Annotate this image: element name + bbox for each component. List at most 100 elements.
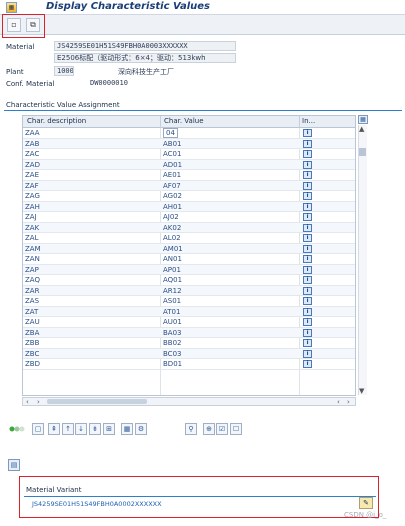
scroll-right-icon[interactable]: ›	[37, 398, 40, 406]
deselect-all-icon[interactable]: ☐	[230, 423, 242, 435]
row-value[interactable]: AQ01	[163, 276, 182, 284]
table-row[interactable]: ZAP AP01 i	[23, 264, 355, 275]
previous-page-icon[interactable]: ↑	[62, 423, 74, 435]
table-row[interactable]: ZAS AS01 i	[23, 296, 355, 307]
info-icon[interactable]: i	[303, 213, 312, 221]
table-row[interactable]: ZBB BB02 i	[23, 338, 355, 349]
row-value[interactable]: AG02	[163, 192, 182, 200]
info-icon[interactable]: i	[303, 202, 312, 211]
lock-icon[interactable]: ▢	[32, 423, 44, 435]
sap-app-icon[interactable]: ▦	[6, 2, 17, 13]
table-row[interactable]: ZAJ AJ02 i	[23, 212, 355, 223]
row-value[interactable]: AB01	[163, 140, 182, 148]
scroll-left-icon[interactable]: ‹	[26, 398, 29, 406]
info-icon[interactable]: i	[303, 171, 312, 179]
info-icon[interactable]: i	[303, 192, 312, 200]
table-row[interactable]: ZAB AB01 i	[23, 138, 355, 149]
info-icon[interactable]: i	[303, 286, 312, 295]
table-row[interactable]: ZAE AE01 i	[23, 170, 355, 181]
row-value[interactable]: BC03	[163, 350, 181, 358]
material-variant-open-icon[interactable]: ✎	[359, 497, 373, 509]
row-value[interactable]: 04	[163, 128, 178, 138]
row-value[interactable]: AU01	[163, 318, 182, 326]
info-icon[interactable]: i	[303, 223, 312, 232]
table-row[interactable]: ZAN AN01 i	[23, 254, 355, 265]
table-row[interactable]: ZAR AR12 i	[23, 285, 355, 296]
last-page-icon[interactable]: ⇟	[89, 423, 101, 435]
scroll-right-end-icon[interactable]: ›	[347, 398, 350, 406]
table-settings-icon[interactable]: ▦	[358, 115, 368, 124]
info-icon[interactable]: i	[303, 328, 312, 337]
vertical-scrollbar[interactable]	[358, 125, 367, 395]
select-all-icon[interactable]: ☑	[216, 423, 228, 435]
table-row[interactable]: ZAF AF07 i	[23, 180, 355, 191]
material-variant-icon[interactable]: ▤	[8, 459, 20, 471]
row-value[interactable]: AM01	[163, 245, 183, 253]
table-row[interactable]: ZAM AM01 i	[23, 243, 355, 254]
table-row[interactable]: ZAQ AQ01 i	[23, 275, 355, 286]
plant-field[interactable]: 1000	[54, 66, 74, 76]
row-value[interactable]: AD01	[163, 161, 182, 169]
row-value[interactable]: AS01	[163, 297, 181, 305]
info-icon[interactable]: i	[303, 244, 312, 253]
table-row[interactable]: ZAU AU01 i	[23, 317, 355, 328]
info-icon[interactable]: i	[303, 360, 312, 368]
row-value[interactable]: AK02	[163, 224, 181, 232]
table-row[interactable]: ZAH AH01 i	[23, 201, 355, 212]
next-page-icon[interactable]: ↓	[75, 423, 87, 435]
info-icon[interactable]: i	[303, 307, 312, 316]
column-header-value[interactable]: Char. Value	[164, 117, 204, 125]
row-value[interactable]: AR12	[163, 287, 182, 295]
row-value[interactable]: AE01	[163, 171, 181, 179]
info-icon[interactable]: i	[303, 255, 312, 263]
table-row[interactable]: ZBA BA03 i	[23, 327, 355, 338]
table-row[interactable]: ZAL AL02 i	[23, 233, 355, 244]
info-icon[interactable]: i	[303, 234, 312, 242]
info-icon[interactable]: i	[303, 318, 312, 326]
scroll-down-icon[interactable]: ▼	[359, 387, 364, 395]
row-value[interactable]: AL02	[163, 234, 181, 242]
find-icon[interactable]: ⚲	[185, 423, 197, 435]
info-icon[interactable]: i	[303, 181, 312, 190]
row-value[interactable]: AF07	[163, 182, 181, 190]
table-row[interactable]: ZAT AT01 i	[23, 306, 355, 317]
material-variant-value[interactable]: JS4259SE01H51S49FBH0A0002XXXXXX	[32, 500, 352, 509]
row-value[interactable]: AN01	[163, 255, 182, 263]
scroll-left-end-icon[interactable]: ‹	[337, 398, 340, 406]
material-field[interactable]: JS4259SE01H51S49FBH0A0003XXXXXX	[54, 41, 236, 51]
table-row[interactable]: ZAC AC01 i	[23, 149, 355, 160]
table-row[interactable]: ZAG AG02 i	[23, 191, 355, 202]
find-next-icon[interactable]: ⊕	[203, 423, 215, 435]
table-row[interactable]: ZAD AD01 i	[23, 159, 355, 170]
info-icon[interactable]: i	[303, 265, 312, 274]
row-value[interactable]: AH01	[163, 203, 182, 211]
filter-icon[interactable]: ⚙	[135, 423, 147, 435]
first-page-icon[interactable]: ⇞	[48, 423, 60, 435]
row-value[interactable]: AC01	[163, 150, 181, 158]
column-header-description[interactable]: Char. description	[27, 117, 86, 125]
horizontal-scroll-thumb[interactable]	[47, 399, 147, 404]
info-icon[interactable]: i	[303, 129, 312, 137]
expand-icon[interactable]: ⊞	[103, 423, 115, 435]
info-icon[interactable]: i	[303, 339, 312, 347]
info-icon[interactable]: i	[303, 139, 312, 148]
column-header-info[interactable]: In...	[302, 117, 315, 125]
row-value[interactable]: AP01	[163, 266, 181, 274]
table-row[interactable]: ZBD BD01 i	[23, 359, 355, 370]
table-row[interactable]: ZBC BC03 i	[23, 348, 355, 359]
scroll-up-icon[interactable]: ▲	[359, 125, 364, 133]
row-value[interactable]: BA03	[163, 329, 182, 337]
row-value[interactable]: BD01	[163, 360, 182, 368]
row-value[interactable]: AT01	[163, 308, 180, 316]
grid-view-icon[interactable]: ▦	[121, 423, 133, 435]
row-value[interactable]: BB02	[163, 339, 182, 347]
vertical-scroll-thumb[interactable]	[359, 148, 366, 156]
table-row[interactable]: ZAA 04 i	[23, 128, 355, 139]
info-icon[interactable]: i	[303, 297, 312, 305]
info-icon[interactable]: i	[303, 276, 312, 284]
table-row[interactable]: ZAK AK02 i	[23, 222, 355, 233]
info-icon[interactable]: i	[303, 150, 312, 158]
info-icon[interactable]: i	[303, 160, 312, 169]
info-icon[interactable]: i	[303, 349, 312, 358]
row-value[interactable]: AJ02	[163, 213, 179, 221]
